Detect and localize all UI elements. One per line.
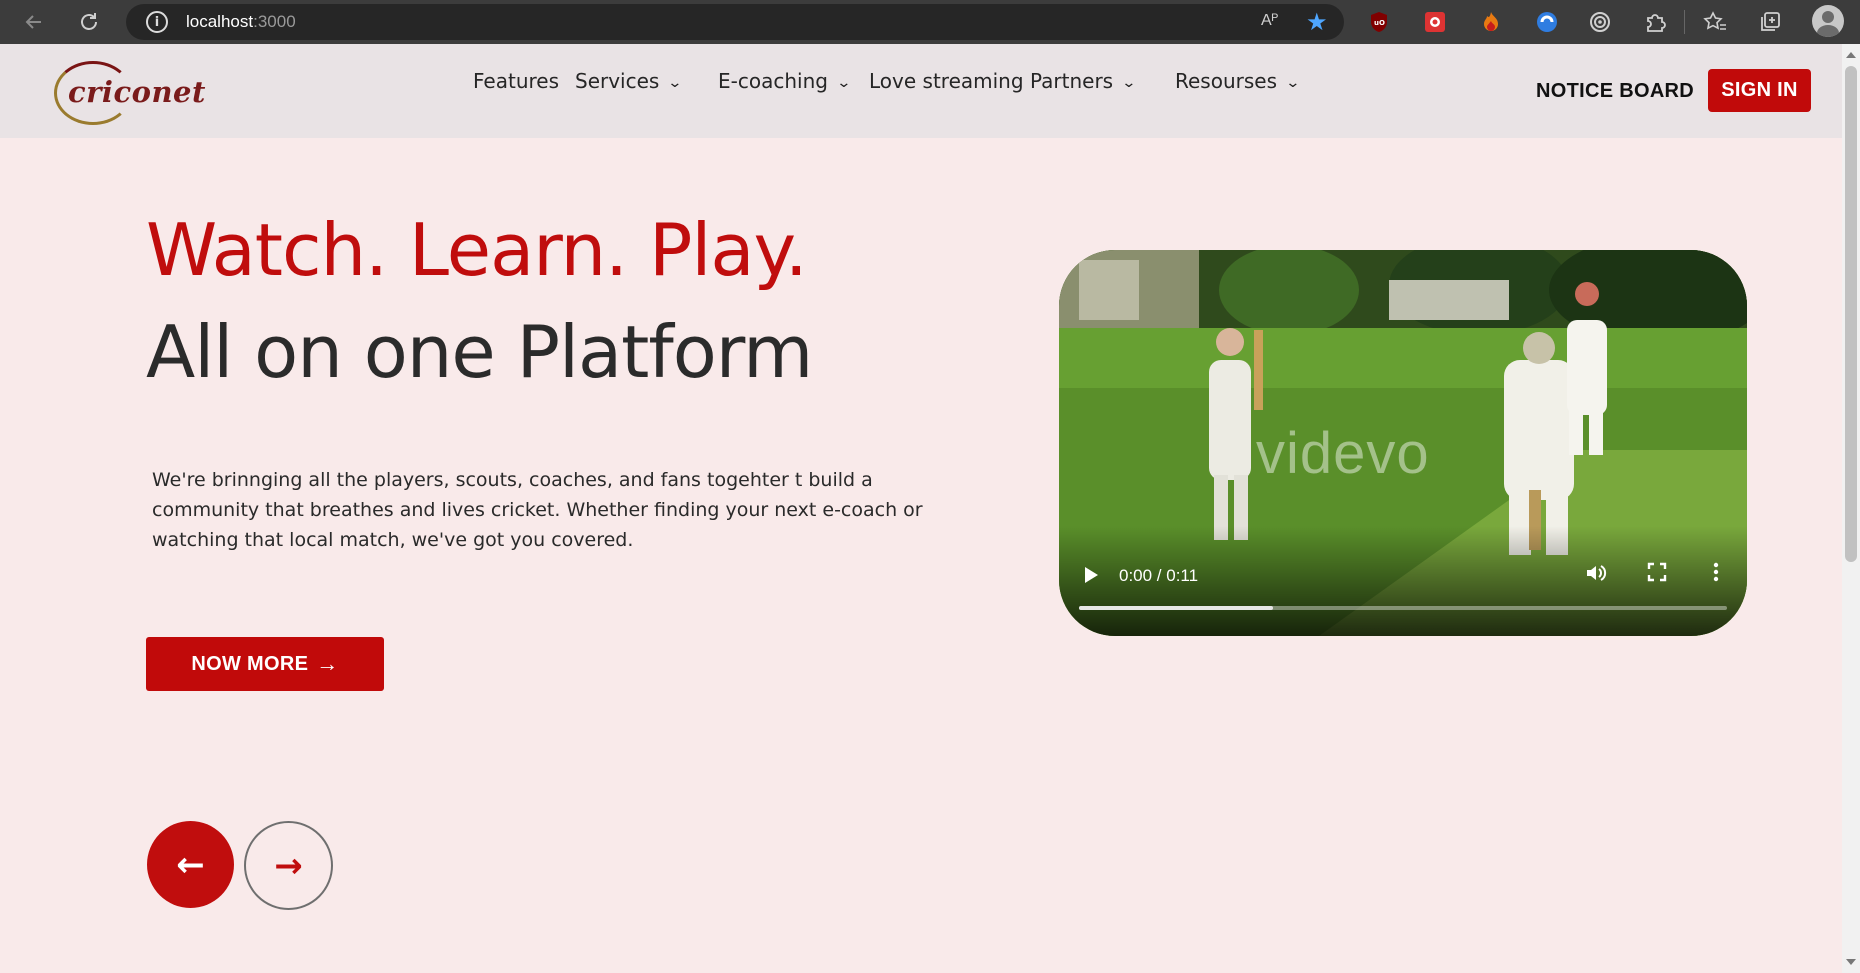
avatar-body — [1817, 25, 1839, 37]
site-info-icon[interactable]: i — [146, 11, 168, 33]
favorite-star-icon[interactable]: ★ — [1306, 8, 1328, 36]
url-text[interactable]: localhost:3000 — [186, 12, 296, 32]
nav-item-services[interactable]: Services ⌄ — [575, 69, 683, 93]
logo-text: criconet — [68, 75, 206, 109]
hero-headline-primary: Watch. Learn. Play. — [146, 208, 808, 292]
nav-item-love-streaming[interactable]: Love streaming — [869, 69, 1024, 93]
scrollbar-thumb[interactable] — [1845, 66, 1857, 562]
hero-headline-secondary: All on one Platform — [146, 310, 813, 394]
sign-in-button[interactable]: SIGN IN — [1708, 69, 1811, 112]
scroll-down-arrow[interactable] — [1846, 959, 1856, 965]
profile-avatar[interactable] — [1812, 5, 1844, 37]
site-header: criconet Features Services ⌄ E-coaching … — [0, 44, 1842, 138]
page-scrollbar[interactable] — [1842, 44, 1860, 973]
browser-toolbar: i localhost:3000 Aᴾ ★ uO — [0, 0, 1860, 44]
video-progress-fill — [1079, 606, 1274, 610]
url-port: :3000 — [253, 12, 296, 31]
reload-icon[interactable] — [73, 6, 105, 38]
red-extension-icon[interactable] — [1421, 8, 1449, 36]
volume-icon[interactable] — [1585, 562, 1607, 589]
address-bar[interactable]: i localhost:3000 Aᴾ ★ — [126, 4, 1344, 40]
favorites-list-icon[interactable] — [1701, 8, 1729, 36]
video-time: 0:00 / 0:11 — [1119, 566, 1199, 585]
avatar-head — [1822, 11, 1834, 23]
play-icon[interactable] — [1083, 566, 1101, 586]
nav-label: Partners — [1030, 69, 1114, 93]
carousel-prev-button[interactable]: ← — [147, 821, 234, 908]
svg-text:uO: uO — [1374, 19, 1385, 27]
fullscreen-icon[interactable] — [1647, 562, 1667, 587]
chevron-down-icon: ⌄ — [836, 74, 852, 91]
video-watermark: videvo — [1256, 421, 1430, 486]
read-aloud-icon[interactable]: Aᴾ — [1261, 12, 1278, 30]
chevron-down-icon: ⌄ — [667, 74, 683, 91]
blue-extension-icon[interactable] — [1533, 8, 1561, 36]
nav-label: Features — [473, 69, 559, 93]
notice-board-link[interactable]: NOTICE BOARD — [1536, 80, 1694, 103]
now-more-button[interactable]: NOW MORE → — [146, 637, 384, 691]
nav-item-partners[interactable]: Partners ⌄ — [1030, 69, 1137, 93]
arrow-right-icon: → — [316, 651, 339, 676]
nav-label: E-coaching — [718, 69, 828, 93]
collections-icon[interactable] — [1756, 8, 1784, 36]
nav-item-features[interactable]: Features — [473, 69, 559, 93]
flame-extension-icon[interactable] — [1477, 8, 1505, 36]
chevron-down-icon: ⌄ — [1285, 74, 1301, 91]
scroll-up-arrow[interactable] — [1846, 52, 1856, 58]
url-host: localhost — [186, 12, 254, 31]
chevron-down-icon: ⌄ — [1121, 74, 1137, 91]
nav-label: Resourses — [1175, 69, 1278, 93]
criconet-logo[interactable]: criconet — [54, 59, 205, 127]
ublock-extension-icon[interactable]: uO — [1365, 8, 1393, 36]
back-icon[interactable] — [18, 6, 50, 38]
carousel-next-button[interactable]: → — [244, 821, 333, 910]
hero-intro-text: We're brinnging all the players, scouts,… — [152, 469, 923, 551]
cta-label: NOW MORE — [191, 652, 309, 675]
nav-item-e-coaching[interactable]: E-coaching ⌄ — [718, 69, 852, 93]
arrow-left-icon: ← — [176, 844, 205, 885]
nav-label: Services — [575, 69, 660, 93]
nav-item-resourses[interactable]: Resourses ⌄ — [1175, 69, 1301, 93]
target-extension-icon[interactable] — [1586, 8, 1614, 36]
nav-label: Love streaming — [869, 69, 1024, 93]
more-options-icon[interactable] — [1713, 562, 1719, 587]
extensions-puzzle-icon[interactable] — [1641, 8, 1669, 36]
arrow-right-icon: → — [274, 845, 303, 886]
video-progress-bar[interactable] — [1079, 606, 1727, 610]
toolbar-divider — [1684, 10, 1685, 34]
video-player[interactable]: videvo 0:00 / 0:11 — [1059, 250, 1747, 636]
